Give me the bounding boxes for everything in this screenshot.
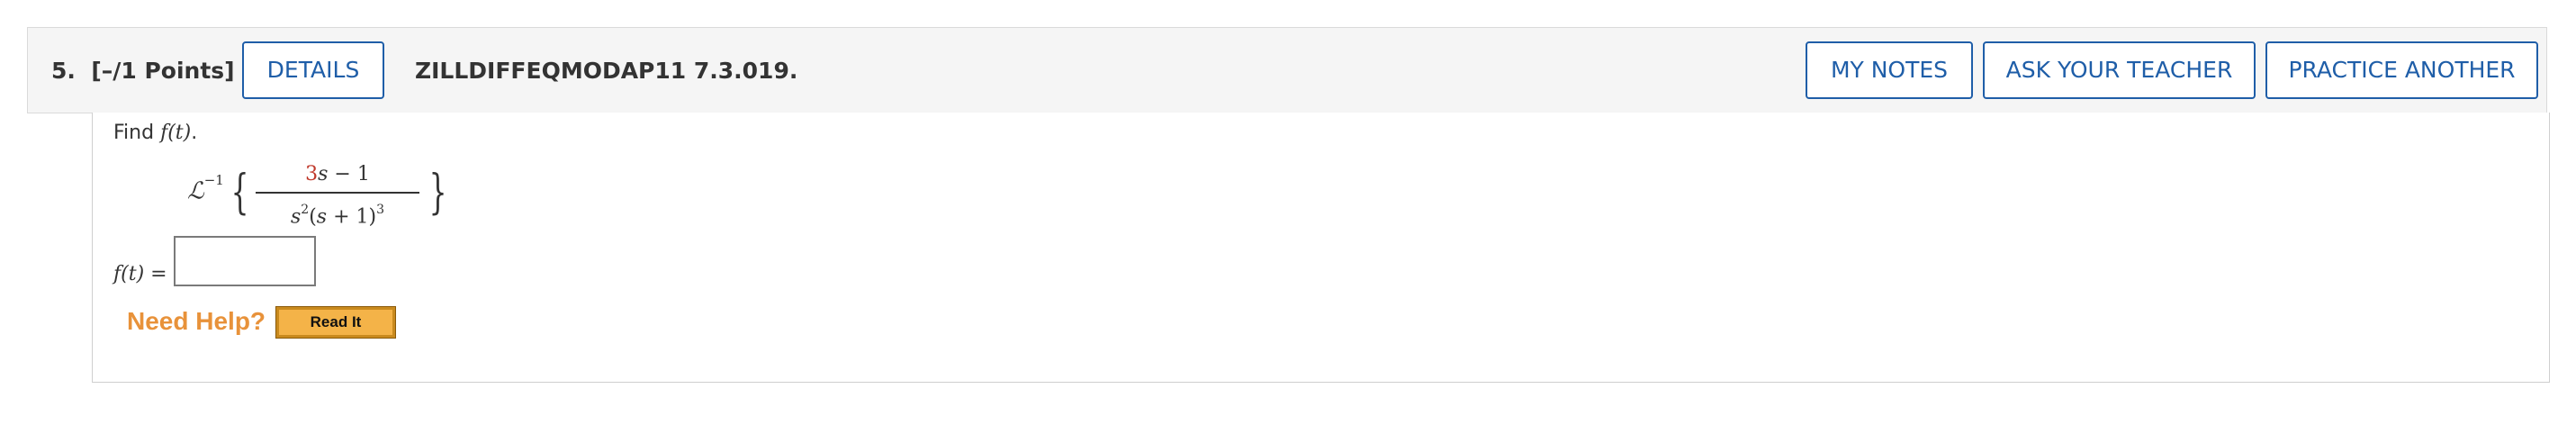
numerator-rest: − 1 xyxy=(328,163,370,185)
prompt-prefix: Find xyxy=(113,122,161,144)
denominator-s: s xyxy=(290,205,302,229)
question-code: ZILLDIFFEQMODAP11 7.3.019. xyxy=(415,58,798,84)
numerator: 3s − 1 xyxy=(252,159,423,190)
right-brace: } xyxy=(428,166,447,220)
my-notes-button[interactable]: MY NOTES xyxy=(1806,41,1973,99)
answer-label: f(t) = xyxy=(113,249,167,300)
left-brace: { xyxy=(230,166,249,220)
prompt-function: f(t) xyxy=(160,122,192,144)
question-number: 5. xyxy=(51,58,76,84)
denominator-variable: s xyxy=(316,205,328,229)
laplace-symbol: ℒ−1 xyxy=(187,172,224,205)
question-prompt: Find f(t). xyxy=(113,122,197,144)
question-points: [–/1 Points] xyxy=(91,58,235,84)
answer-function: f(t) xyxy=(113,263,145,285)
question-header: 5. [–/1 Points] DETAILS ZILLDIFFEQMODAP1… xyxy=(27,27,2547,113)
fraction: 3s − 1 s2(s + 1)3 xyxy=(252,159,423,228)
denominator-s-exponent: 2 xyxy=(301,203,310,217)
question-body: Find f(t). ℒ−1 { 3s − 1 s2(s + 1)3 } f(t… xyxy=(92,113,2550,383)
read-it-button[interactable]: Read It xyxy=(275,306,396,339)
laplace-letter: ℒ xyxy=(187,177,204,205)
laplace-exponent: −1 xyxy=(203,172,224,188)
numerator-coefficient: 3 xyxy=(305,163,319,185)
answer-input[interactable] xyxy=(174,236,316,286)
answer-equals: = xyxy=(144,263,167,285)
denominator-open-paren: ( xyxy=(309,205,317,229)
practice-another-button[interactable]: PRACTICE ANOTHER xyxy=(2265,41,2538,99)
denominator-middle: + 1) xyxy=(327,205,377,229)
ask-your-teacher-button[interactable]: ASK YOUR TEACHER xyxy=(1983,41,2256,99)
details-button[interactable]: DETAILS xyxy=(242,41,384,99)
need-help-label: Need Help? xyxy=(127,307,266,335)
denominator: s2(s + 1)3 xyxy=(252,195,423,228)
fraction-bar xyxy=(256,192,419,194)
numerator-variable: s xyxy=(318,163,329,185)
denominator-exponent: 3 xyxy=(376,203,385,217)
prompt-suffix: . xyxy=(191,122,198,144)
question-number-points: 5. [–/1 Points] xyxy=(51,28,235,114)
